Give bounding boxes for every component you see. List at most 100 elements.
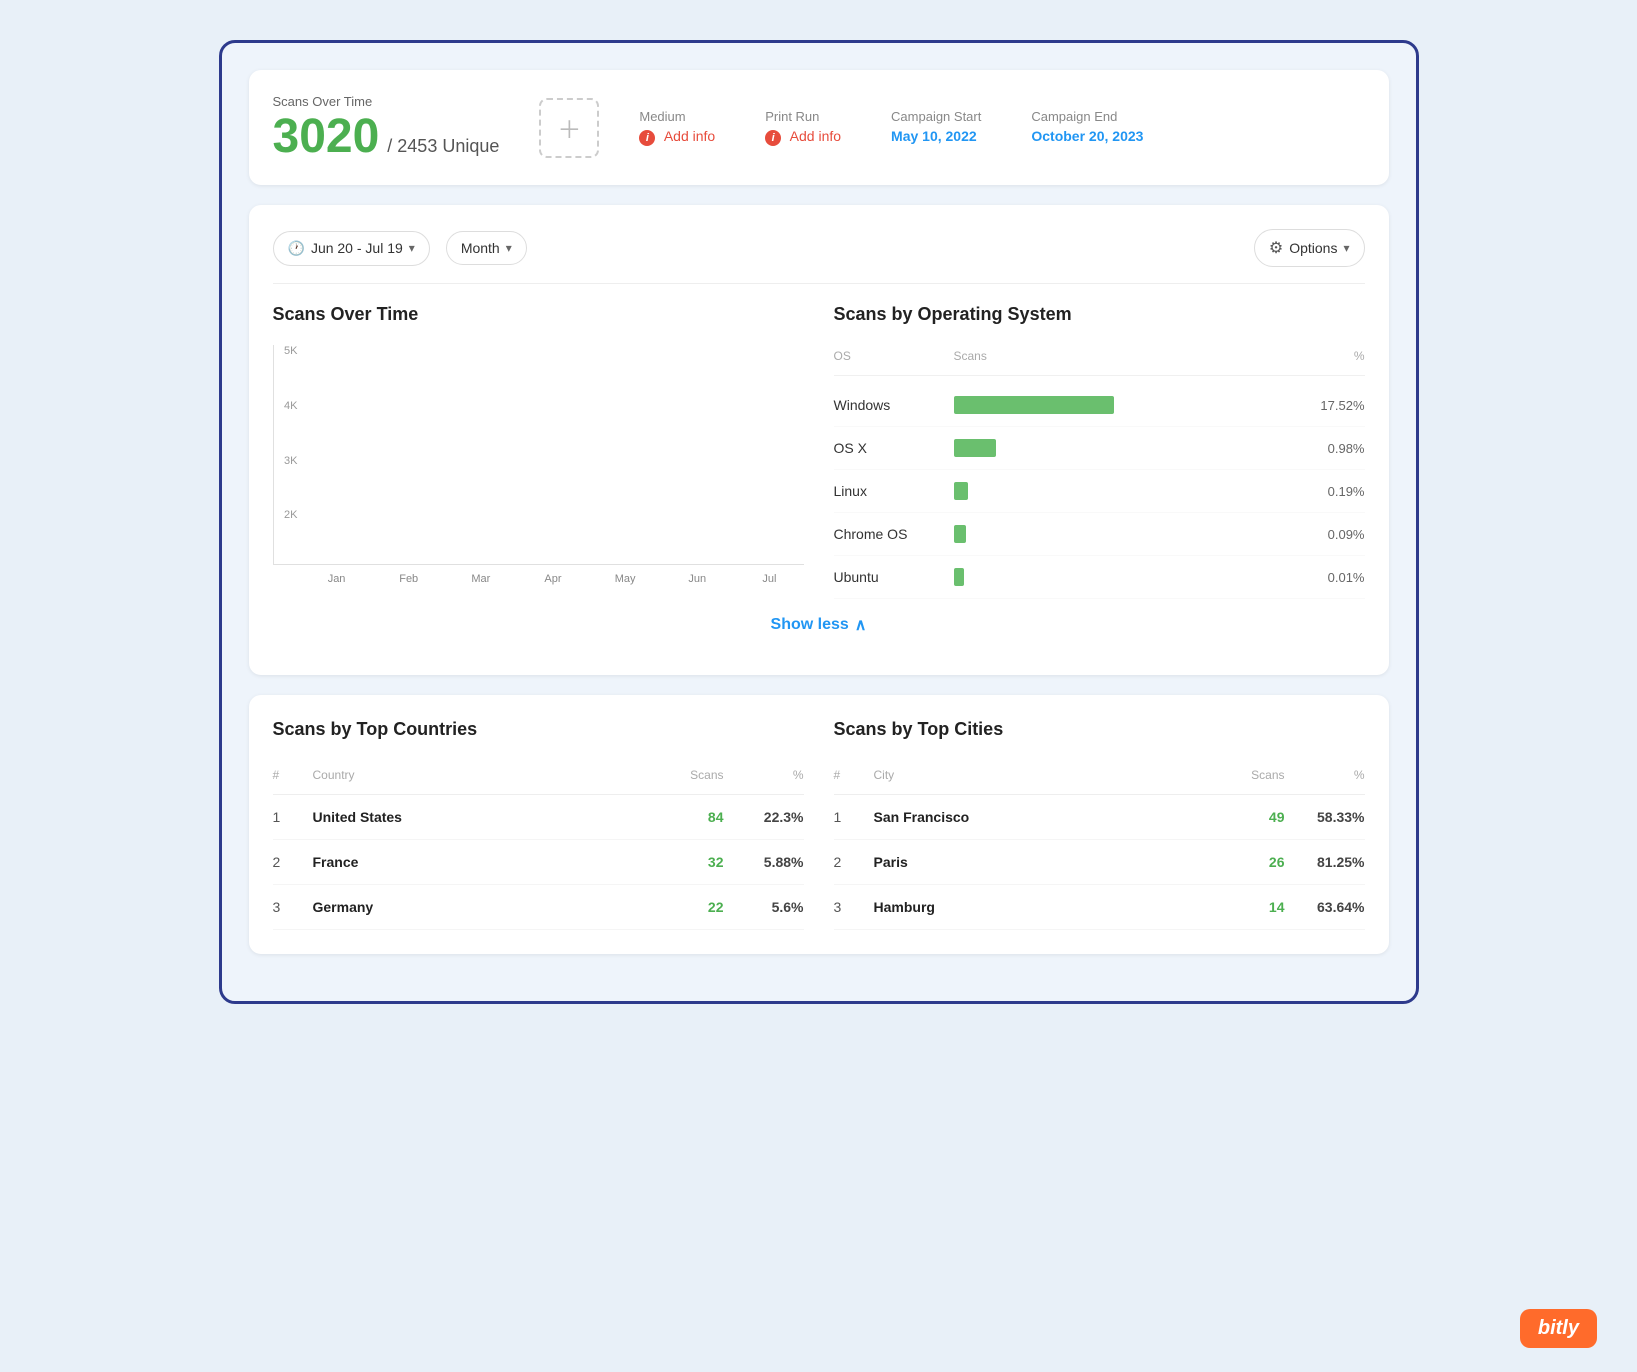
os-col-os: OS (834, 349, 954, 363)
country-row-3-num: 3 (273, 899, 313, 915)
print-run-label: Print Run (765, 109, 841, 124)
add-image-button[interactable]: ＋ (539, 98, 599, 158)
gear-icon: ⚙ (1269, 238, 1283, 258)
countries-col-country: Country (313, 768, 644, 782)
scans-number: 3020 (273, 113, 380, 161)
countries-row-1: 1 United States 84 22.3% (273, 795, 804, 840)
os-table: OS Scans % Windows 17.52% OS X (834, 345, 1365, 599)
info-icon: i (639, 130, 655, 146)
os-linux-bar-wrap (954, 482, 1285, 500)
show-less-button[interactable]: Show less ∧ (771, 615, 867, 635)
show-less-row: Show less ∧ (273, 599, 1365, 651)
campaign-start-label: Campaign Start (891, 109, 981, 124)
print-run-item: Print Run i Add info (765, 109, 841, 146)
campaign-start-item: Campaign Start May 10, 2022 (891, 109, 981, 146)
city-row-3-num: 3 (834, 899, 874, 915)
country-row-1-pct: 22.3% (724, 809, 804, 825)
bar-chart: 5K 4K 3K 2K (273, 345, 804, 565)
scans-info: Scans Over Time 3020 / 2453 Unique (273, 94, 500, 161)
toolbar-right: ⚙ Options ▾ (1254, 229, 1365, 267)
country-row-1-name: United States (313, 809, 644, 825)
meta-items: Medium i Add info Print Run i Add info C… (639, 109, 1364, 146)
medium-value: i Add info (639, 128, 715, 146)
campaign-end-item: Campaign End October 20, 2023 (1031, 109, 1143, 146)
chevron-up-icon: ∧ (855, 615, 867, 635)
city-row-3-name: Hamburg (874, 899, 1205, 915)
x-label-apr: Apr (519, 573, 587, 585)
cities-col-pct: % (1285, 768, 1365, 782)
campaign-start-value: May 10, 2022 (891, 128, 981, 144)
plus-icon: ＋ (557, 110, 581, 145)
x-label-feb: Feb (375, 573, 443, 585)
period-button[interactable]: Month ▾ (446, 231, 527, 265)
countries-row-3: 3 Germany 22 5.6% (273, 885, 804, 930)
os-row-linux: Linux 0.19% (834, 470, 1365, 513)
os-row-ubuntu: Ubuntu 0.01% (834, 556, 1365, 599)
os-chromeos-bar (954, 525, 966, 543)
chevron-down-icon-3: ▾ (1343, 241, 1349, 255)
city-row-2-name: Paris (874, 854, 1205, 870)
os-windows-name: Windows (834, 397, 954, 413)
stats-card: Scans Over Time 3020 / 2453 Unique ＋ Med… (249, 70, 1389, 185)
city-row-1-scans: 49 (1205, 809, 1285, 825)
city-row-3-pct: 63.64% (1285, 899, 1365, 915)
charts-grid: Scans Over Time 5K 4K 3K 2K (273, 304, 1365, 599)
os-row-chromeos: Chrome OS 0.09% (834, 513, 1365, 556)
scans-chart-title: Scans Over Time (273, 304, 804, 325)
options-button[interactable]: ⚙ Options ▾ (1254, 229, 1365, 267)
country-row-1-scans: 84 (644, 809, 724, 825)
scans-count-row: 3020 / 2453 Unique (273, 113, 500, 161)
os-ubuntu-name: Ubuntu (834, 569, 954, 585)
cities-section: Scans by Top Cities # City Scans % 1 San… (834, 719, 1365, 930)
campaign-end-value: October 20, 2023 (1031, 128, 1143, 144)
cities-title: Scans by Top Cities (834, 719, 1365, 740)
date-range-button[interactable]: 🕐 Jun 20 - Jul 19 ▾ (273, 231, 430, 266)
x-label-jun: Jun (663, 573, 731, 585)
x-label-mar: Mar (447, 573, 515, 585)
medium-add-link[interactable]: Add info (664, 128, 715, 144)
os-section: Scans by Operating System OS Scans % Win… (834, 304, 1365, 599)
os-ubuntu-bar (954, 568, 964, 586)
countries-col-pct: % (724, 768, 804, 782)
cities-col-num: # (834, 768, 874, 782)
y-axis: 5K 4K 3K 2K (274, 345, 298, 564)
y-label-4k: 4K (274, 400, 298, 412)
tables-grid: Scans by Top Countries # Country Scans %… (273, 719, 1365, 930)
print-run-add-link[interactable]: Add info (790, 128, 841, 144)
charts-card: 🕐 Jun 20 - Jul 19 ▾ Month ▾ ⚙ Options ▾ … (249, 205, 1389, 675)
campaign-end-label: Campaign End (1031, 109, 1143, 124)
scans-label: Scans Over Time (273, 94, 500, 109)
city-row-2-pct: 81.25% (1285, 854, 1365, 870)
print-run-value: i Add info (765, 128, 841, 146)
cities-col-scans: Scans (1205, 768, 1285, 782)
countries-table-header: # Country Scans % (273, 760, 804, 795)
os-col-scans: Scans (954, 349, 1285, 363)
countries-table: # Country Scans % 1 United States 84 22.… (273, 760, 804, 930)
info-icon-2: i (765, 130, 781, 146)
cities-table: # City Scans % 1 San Francisco 49 58.33%… (834, 760, 1365, 930)
cities-row-2: 2 Paris 26 81.25% (834, 840, 1365, 885)
countries-col-scans: Scans (644, 768, 724, 782)
y-label-2k: 2K (274, 509, 298, 521)
cities-table-header: # City Scans % (834, 760, 1365, 795)
x-label-jan: Jan (303, 573, 371, 585)
os-linux-name: Linux (834, 483, 954, 499)
period-label: Month (461, 240, 500, 256)
show-less-label: Show less (771, 616, 849, 634)
os-linux-pct: 0.19% (1285, 484, 1365, 499)
x-label-may: May (591, 573, 659, 585)
medium-label: Medium (639, 109, 715, 124)
city-row-3-scans: 14 (1205, 899, 1285, 915)
x-label-jul: Jul (735, 573, 803, 585)
country-row-2-pct: 5.88% (724, 854, 804, 870)
clock-icon: 🕐 (288, 240, 305, 257)
os-osx-bar (954, 439, 996, 457)
city-row-2-scans: 26 (1205, 854, 1285, 870)
scans-over-time-section: Scans Over Time 5K 4K 3K 2K (273, 304, 804, 599)
country-row-2-name: France (313, 854, 644, 870)
chart-toolbar: 🕐 Jun 20 - Jul 19 ▾ Month ▾ ⚙ Options ▾ (273, 229, 1365, 284)
os-ubuntu-pct: 0.01% (1285, 570, 1365, 585)
country-row-3-name: Germany (313, 899, 644, 915)
os-osx-pct: 0.98% (1285, 441, 1365, 456)
countries-title: Scans by Top Countries (273, 719, 804, 740)
